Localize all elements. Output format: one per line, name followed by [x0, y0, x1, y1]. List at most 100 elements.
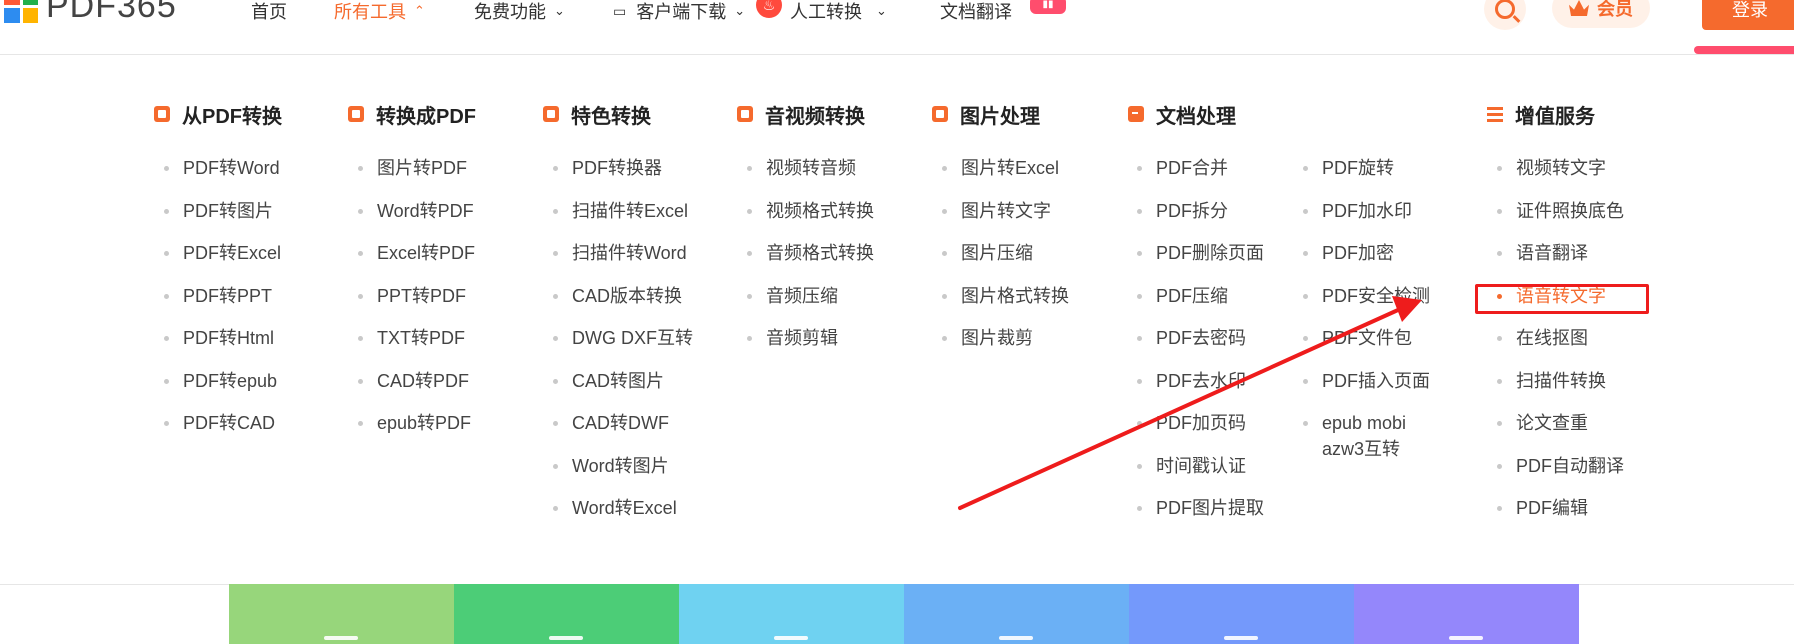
badge-icon — [543, 106, 559, 122]
menu-item-label: Word转图片 — [572, 455, 669, 476]
menu-item-label: 音频剪辑 — [766, 328, 838, 348]
category-image: 图片处理 — [932, 100, 1040, 128]
bullet-icon — [358, 421, 363, 426]
menu-item-pdf-security-check[interactable]: PDF安全检测 — [1303, 283, 1430, 326]
feature-tile[interactable] — [229, 584, 454, 644]
menu-item-voice-translate[interactable]: 语音翻译 — [1497, 240, 1624, 283]
menu-item-epub-to-pdf[interactable]: epub转PDF — [358, 410, 475, 453]
menu-item-image-to-pdf[interactable]: 图片转PDF — [358, 155, 475, 198]
menu-item-cad-version[interactable]: CAD版本转换 — [553, 283, 693, 326]
menu-item-pdf-auto-translate[interactable]: PDF自动翻译 — [1497, 453, 1624, 496]
menu-item-image-to-excel[interactable]: 图片转Excel — [942, 155, 1069, 198]
feature-tile[interactable] — [1129, 584, 1354, 644]
menu-item-pdf-to-excel[interactable]: PDF转Excel — [164, 240, 281, 283]
menu-item-pdf-remove-watermark[interactable]: PDF去水印 — [1137, 368, 1264, 411]
pdf-export-icon — [154, 106, 170, 122]
nav-doc-translate[interactable]: 文档翻译 ▮▮ — [940, 0, 1066, 24]
category-title: 增值服务 — [1515, 105, 1595, 128]
menu-item-pdf-to-cad[interactable]: PDF转CAD — [164, 410, 281, 453]
menu-item-pdf-encrypt[interactable]: PDF加密 — [1303, 240, 1430, 283]
menu-item-txt-to-pdf[interactable]: TXT转PDF — [358, 325, 475, 368]
menu-item-ebook-convert[interactable]: epub mobi azw3互转 — [1303, 410, 1418, 480]
menu-item-word-to-pdf[interactable]: Word转PDF — [358, 198, 475, 241]
bullet-icon — [164, 251, 169, 256]
nav-manual-conversion[interactable]: ♨ 人工转换 ⌄ — [756, 0, 887, 24]
menu-item-audio-compress[interactable]: 音频压缩 — [747, 283, 874, 326]
menu-item-pdf-page-numbers[interactable]: PDF加页码 — [1137, 410, 1264, 453]
menu-item-pdf-merge[interactable]: PDF合并 — [1137, 155, 1264, 198]
category-value-added: 增值服务 — [1487, 100, 1595, 128]
nav-client-download[interactable]: ▭ 客户端下载 ⌄ — [613, 0, 745, 24]
menu-item-pdf-portfolio[interactable]: PDF文件包 — [1303, 325, 1430, 368]
bullet-icon — [1137, 378, 1142, 384]
feature-tile[interactable] — [904, 584, 1129, 644]
menu-item-cad-to-dwf[interactable]: CAD转DWF — [553, 410, 693, 453]
bullet-icon — [1137, 506, 1142, 511]
nav-home[interactable]: 首页 — [251, 0, 287, 24]
menu-item-label: Word转PDF — [377, 200, 474, 221]
menu-item-ppt-to-pdf[interactable]: PPT转PDF — [358, 283, 475, 326]
menu-item-word-to-excel[interactable]: Word转Excel — [553, 495, 693, 538]
menu-item-pdf-add-watermark[interactable]: PDF加水印 — [1303, 198, 1430, 241]
nav-manual-conversion-label: 人工转换 — [790, 2, 862, 22]
menu-item-pdf-to-ppt[interactable]: PDF转PPT — [164, 283, 281, 326]
menu-item-dwg-dxf[interactable]: DWG DXF互转 — [553, 325, 693, 368]
feature-tile[interactable] — [454, 584, 679, 644]
menu-item-pdf-remove-password[interactable]: PDF去密码 — [1137, 325, 1264, 368]
bullet-icon — [553, 251, 558, 256]
login-button[interactable]: 登录 — [1702, 0, 1794, 30]
bullet-icon — [1303, 378, 1308, 384]
menu-item-image-to-text[interactable]: 图片转文字 — [942, 198, 1069, 241]
menu-item-pdf-to-word[interactable]: PDF转Word — [164, 155, 281, 198]
menu-item-scan-convert[interactable]: 扫描件转换 — [1497, 368, 1624, 411]
menu-item-pdf-insert-pages[interactable]: PDF插入页面 — [1303, 368, 1430, 411]
menu-item-pdf-edit[interactable]: PDF编辑 — [1497, 495, 1624, 538]
bullet-icon — [1137, 208, 1142, 214]
menu-item-id-photo-bg[interactable]: 证件照换底色 — [1497, 198, 1624, 241]
menu-item-pdf-compress[interactable]: PDF压缩 — [1137, 283, 1264, 326]
menu-item-audio-cut[interactable]: 音频剪辑 — [747, 325, 874, 368]
logo[interactable]: PDF365 — [4, 0, 177, 26]
bullet-icon — [358, 336, 363, 341]
menu-item-video-to-text[interactable]: 视频转文字 — [1497, 155, 1624, 198]
feature-tile[interactable] — [679, 584, 904, 644]
menu-item-pdf-to-epub[interactable]: PDF转epub — [164, 368, 281, 411]
menu-column-documents: PDF合并 PDF拆分 PDF删除页面 PDF压缩 PDF去密码 PDF去水印 … — [1137, 155, 1264, 538]
nav-all-tools[interactable]: 所有工具 ⌃ — [334, 0, 425, 24]
new-badge-icon: ▮▮ — [1030, 0, 1066, 14]
menu-column-image: 图片转Excel 图片转文字 图片压缩 图片格式转换 图片裁剪 — [942, 155, 1069, 368]
vip-button[interactable]: 会员 — [1552, 0, 1650, 28]
menu-item-pdf-to-image[interactable]: PDF转图片 — [164, 198, 281, 241]
menu-item-label: PDF安全检测 — [1322, 285, 1430, 306]
nav-client-download-label: 客户端下载 — [636, 2, 727, 22]
menu-item-image-compress[interactable]: 图片压缩 — [942, 240, 1069, 283]
menu-item-label: PDF转CAD — [183, 413, 276, 433]
category-special: 特色转换 — [543, 100, 651, 128]
menu-item-video-to-audio[interactable]: 视频转音频 — [747, 155, 874, 198]
menu-item-word-to-image[interactable]: Word转图片 — [553, 453, 693, 496]
menu-item-cad-to-image[interactable]: CAD转图片 — [553, 368, 693, 411]
menu-item-pdf-rotate[interactable]: PDF旋转 — [1303, 155, 1430, 198]
menu-item-online-cutout[interactable]: 在线抠图 — [1497, 325, 1624, 368]
menu-item-audio-format[interactable]: 音频格式转换 — [747, 240, 874, 283]
menu-item-excel-to-pdf[interactable]: Excel转PDF — [358, 240, 475, 283]
feature-tile[interactable] — [1354, 584, 1579, 644]
menu-item-label: Excel转PDF — [377, 243, 476, 263]
menu-item-scan-to-excel[interactable]: 扫描件转Excel — [553, 198, 693, 241]
nav-free-features[interactable]: 免费功能 ⌄ — [474, 0, 565, 24]
menu-item-video-format[interactable]: 视频格式转换 — [747, 198, 874, 241]
menu-item-pdf-converter[interactable]: PDF转换器 — [553, 155, 693, 198]
menu-item-plagiarism-check[interactable]: 论文查重 — [1497, 410, 1624, 453]
menu-item-pdf-split[interactable]: PDF拆分 — [1137, 198, 1264, 241]
menu-item-timestamp[interactable]: 时间戳认证 — [1137, 453, 1264, 496]
menu-item-cad-to-pdf[interactable]: CAD转PDF — [358, 368, 475, 411]
menu-item-scan-to-word[interactable]: 扫描件转Word — [553, 240, 693, 283]
menu-item-image-format[interactable]: 图片格式转换 — [942, 283, 1069, 326]
menu-item-pdf-to-html[interactable]: PDF转Html — [164, 325, 281, 368]
category-title: 特色转换 — [571, 105, 651, 128]
menu-item-image-crop[interactable]: 图片裁剪 — [942, 325, 1069, 368]
bullet-icon — [1303, 293, 1308, 299]
search-button[interactable] — [1484, 0, 1526, 30]
menu-item-pdf-delete-pages[interactable]: PDF删除页面 — [1137, 240, 1264, 283]
menu-item-pdf-image-extract[interactable]: PDF图片提取 — [1137, 495, 1264, 538]
